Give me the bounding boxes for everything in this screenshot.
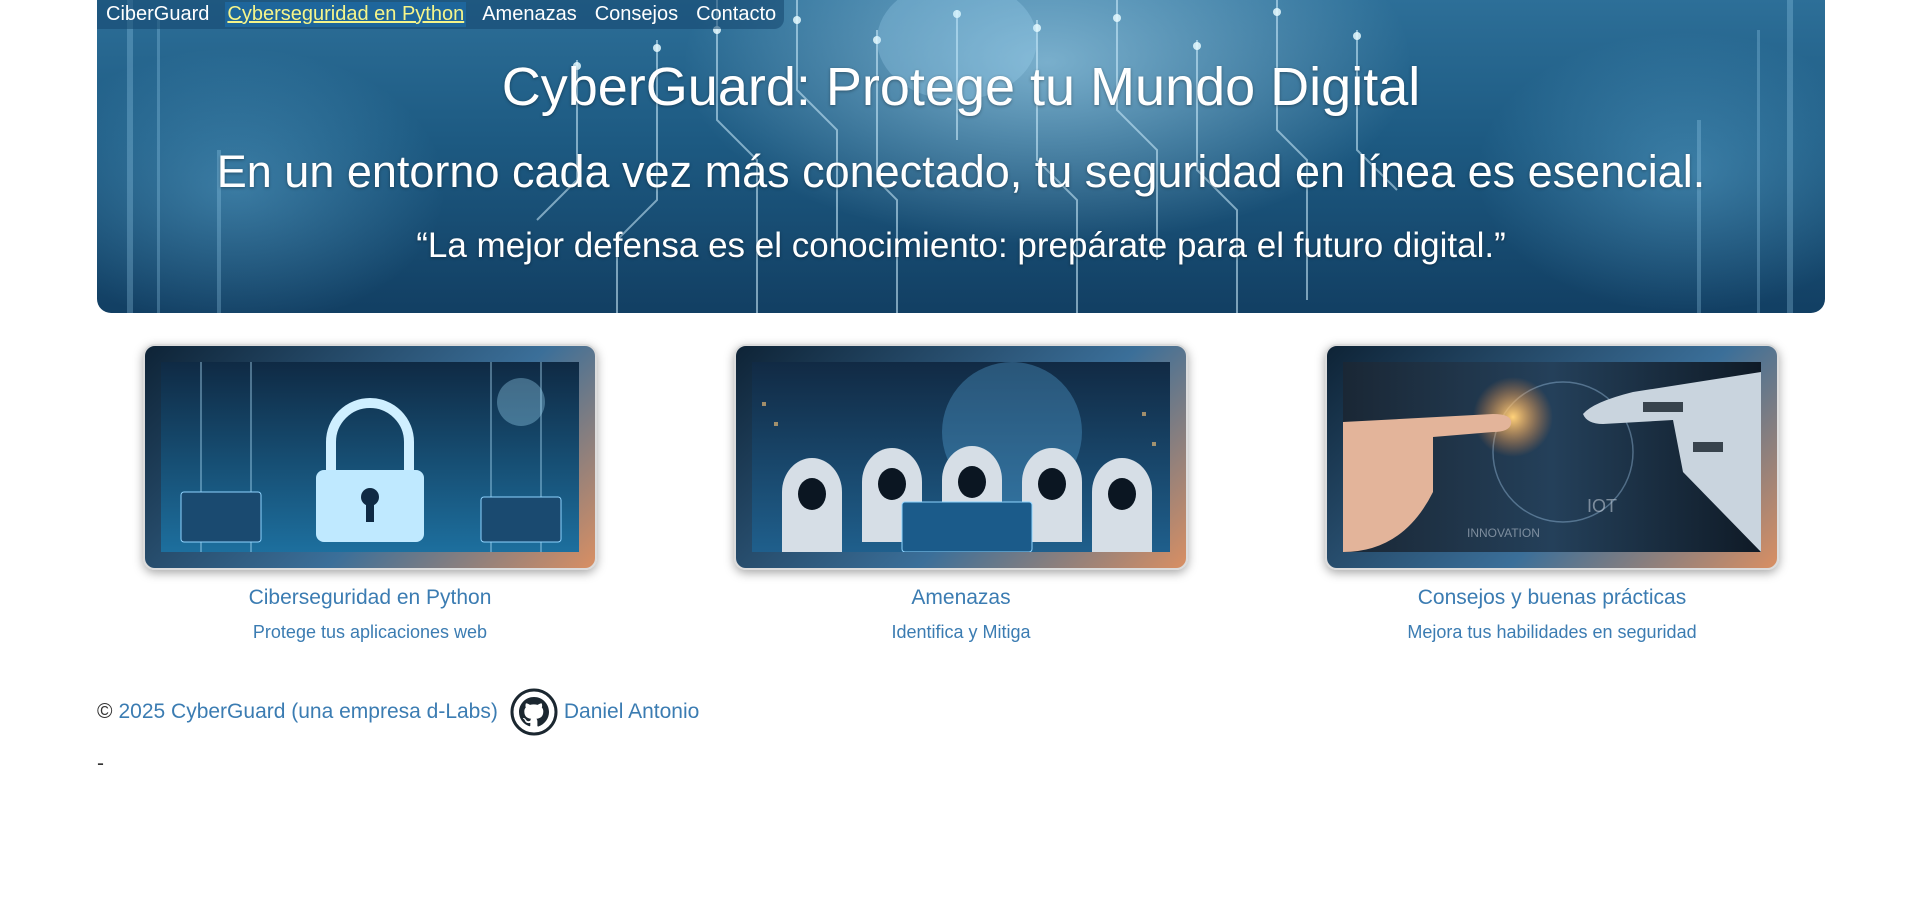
card-text: Protege tus aplicaciones web [252, 622, 488, 642]
hero-subtitle: En un entorno cada vez más conectado, tu… [216, 146, 1706, 197]
card-image-frame[interactable] [734, 344, 1188, 570]
svg-text:INNOVATION: INNOVATION [1467, 526, 1540, 540]
author-link[interactable]: Daniel Antonio [564, 700, 699, 724]
nav-item-contacto[interactable]: Contacto [696, 3, 776, 26]
card-text: Identifica y Mitiga [891, 622, 1031, 642]
card-grid: Ciberseguridad en Python Protege tus apl… [97, 344, 1825, 644]
card-image-frame[interactable]: IOT INNOVATION [1325, 344, 1779, 570]
card-title[interactable]: Consejos y buenas prácticas [1325, 586, 1779, 610]
nav-item-amenazas[interactable]: Amenazas [482, 3, 577, 26]
card-title[interactable]: Amenazas [734, 586, 1188, 610]
hero-title: CyberGuard: Protege tu Mundo Digital [501, 57, 1421, 117]
svg-text:IOT: IOT [1587, 496, 1617, 516]
nav-item-consejos[interactable]: Consejos [595, 3, 678, 26]
hooded-hackers-image [752, 362, 1170, 552]
hero-banner: CiberGuard Cyberseguridad en Python Amen… [97, 0, 1825, 313]
footer: © 2025 CyberGuard (una empresa d-Labs) D… [97, 688, 699, 736]
nav-item-python[interactable]: Cyberseguridad en Python [225, 2, 467, 27]
company-text: 2025 CyberGuard (una empresa d-Labs) [118, 700, 498, 723]
card-consejos: IOT INNOVATION Consejos y buenas práctic… [1325, 344, 1779, 643]
card-amenazas: Amenazas Identifica y Mitiga [734, 344, 1188, 643]
card-image-frame[interactable] [143, 344, 597, 570]
hero-quote: “La mejor defensa es el conocimiento: pr… [416, 226, 1506, 265]
nav-brand[interactable]: CiberGuard [106, 3, 209, 26]
footer-dash: - [97, 752, 104, 775]
github-icon[interactable] [510, 688, 558, 736]
padlock-security-image [161, 362, 579, 552]
copyright-symbol: © [97, 700, 113, 723]
card-python: Ciberseguridad en Python Protege tus apl… [143, 344, 597, 643]
robot-human-hand-image: IOT INNOVATION [1343, 362, 1761, 552]
card-text: Mejora tus habilidades en seguridad [1407, 622, 1697, 642]
main-nav: CiberGuard Cyberseguridad en Python Amen… [97, 0, 785, 29]
card-title[interactable]: Ciberseguridad en Python [143, 586, 597, 610]
